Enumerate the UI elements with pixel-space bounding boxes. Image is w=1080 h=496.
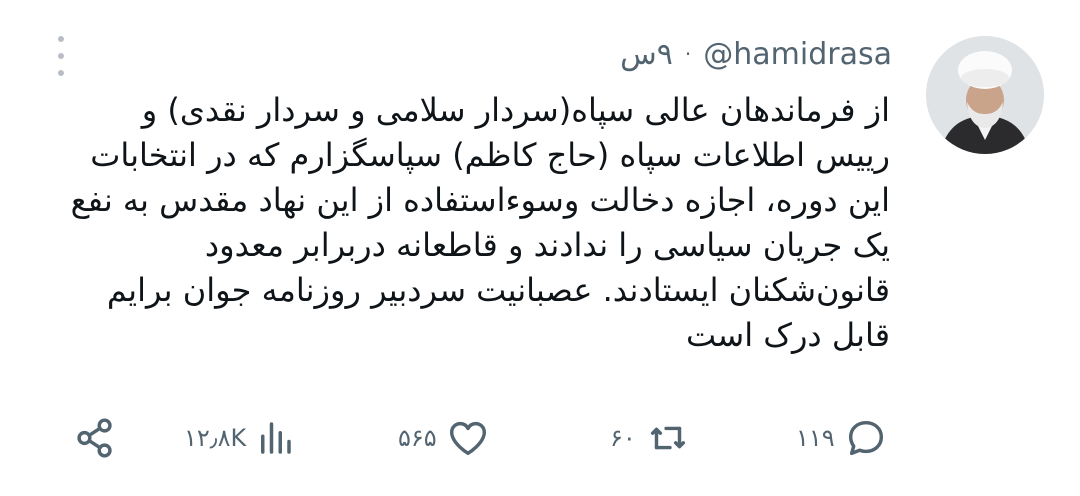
retweet-count: ۶۰ <box>610 424 636 452</box>
tweet-text-line: از فرماندهان عالی سپاه(سردار سلامی و سرد… <box>141 91 890 129</box>
more-dot <box>58 70 64 76</box>
more-options-button[interactable] <box>50 36 72 76</box>
user-handle[interactable]: @hamidrasa <box>703 37 892 72</box>
retweet-button[interactable]: ۶۰ <box>610 408 692 468</box>
views-icon <box>261 422 291 454</box>
tweet-text-line: رییس اطلاعات سپاه (حاج کاظم) سپاسگزارم ک… <box>90 136 890 174</box>
avatar-photo <box>926 36 1044 154</box>
like-button[interactable]: ۵۶۵ <box>398 408 491 468</box>
tweet-text: از فرماندهان عالی سپاه(سردار سلامی و سرد… <box>50 88 890 358</box>
reply-button[interactable]: ۱۱۹ <box>796 408 889 468</box>
reply-icon <box>848 420 883 456</box>
like-count: ۵۶۵ <box>398 424 437 452</box>
tweet-text-line: قانون‌شکنان ایستادند. عصبانیت سردبیر روز… <box>106 271 890 309</box>
tweet-text-line: قابل درک است <box>686 316 890 354</box>
tweet-actions-bar: ۱۱۹ ۶۰ ۵۶۵ ۱۲٫۸K <box>0 408 1080 468</box>
tweet-text-line: این دوره، اجازه دخالت وسوءاستفاده از این… <box>70 181 890 219</box>
retweet-icon <box>650 426 685 450</box>
tweet-header: @hamidrasa · ۹س <box>620 32 892 76</box>
share-button[interactable] <box>72 408 118 468</box>
heart-icon <box>449 421 486 456</box>
views-button[interactable]: ۱۲٫۸K <box>184 408 296 468</box>
header-separator: · <box>684 42 692 66</box>
views-count: ۱۲٫۸K <box>184 424 247 452</box>
more-vertical-icon <box>58 36 64 42</box>
share-icon <box>77 418 112 458</box>
tweet-timestamp[interactable]: ۹س <box>620 37 673 72</box>
tweet-text-line: یک جریان سیاسی را ندادند و قاطعانه دربرا… <box>204 226 890 264</box>
tweet-card[interactable]: @hamidrasa · ۹س از فرماندهان عالی سپاه(س… <box>0 0 1080 496</box>
avatar[interactable] <box>926 36 1044 154</box>
more-dot <box>58 53 64 59</box>
reply-count: ۱۱۹ <box>796 424 835 452</box>
